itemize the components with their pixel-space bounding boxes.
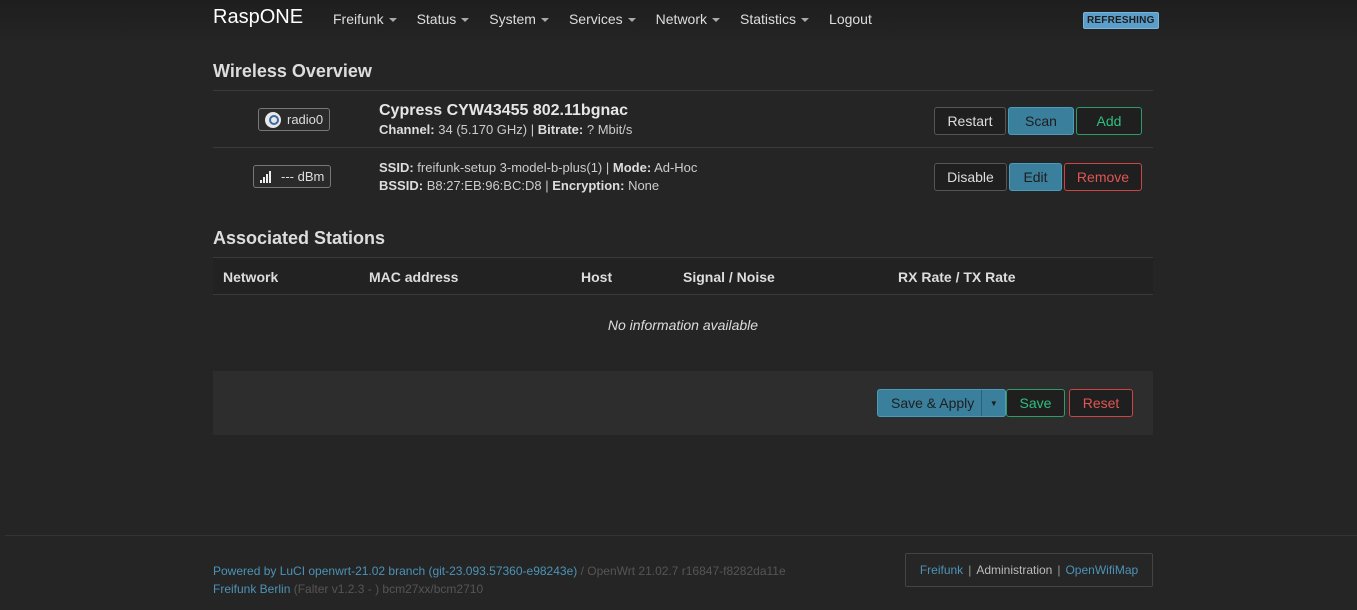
footer-links: Freifunk | Administration | OpenWifiMap	[905, 553, 1153, 587]
menu-label: Statistics	[740, 11, 797, 27]
caret-down-icon	[627, 17, 636, 22]
bitrate-label: Bitrate:	[537, 122, 584, 137]
encryption-value: None	[628, 178, 660, 193]
network-row: --- dBm SSID: freifunk-setup 3-model-b-p…	[213, 147, 1153, 204]
caret-down-icon	[712, 17, 721, 22]
radio-details: Channel: 34 (5.170 GHz) | Bitrate: ? Mbi…	[379, 122, 633, 137]
caret-down-icon	[388, 17, 397, 22]
network-info: SSID: freifunk-setup 3-model-b-plus(1) |…	[379, 159, 697, 195]
separator: |	[1057, 563, 1061, 577]
col-mac-address: MAC address	[369, 269, 459, 285]
no-stations-message: No information available	[607, 317, 759, 333]
restart-button[interactable]: Restart	[934, 107, 1006, 135]
menu-label: Network	[655, 11, 708, 27]
col-signal-noise: Signal / Noise	[683, 269, 775, 285]
menu-label: Status	[416, 11, 457, 27]
footer-divider	[5, 535, 1357, 536]
stations-table-header: Network MAC address Host Signal / Noise …	[213, 257, 1153, 295]
mode-label: Mode:	[612, 160, 652, 175]
bssid-line: BSSID: B8:27:EB:96:BC:D8 | Encryption: N…	[379, 178, 660, 193]
associated-stations-title: Associated Stations	[213, 228, 386, 248]
luci-powered-link[interactable]: Powered by LuCI openwrt-21.02 branch (gi…	[213, 564, 577, 578]
radio-badge: radio0	[258, 108, 331, 131]
menu-services[interactable]: Services	[569, 11, 636, 27]
main-menu: Freifunk Status System Services Network …	[333, 11, 892, 27]
menu-label: System	[489, 11, 536, 27]
signal-badge: --- dBm	[253, 165, 332, 188]
remove-button[interactable]: Remove	[1064, 163, 1142, 191]
footer-link-administration[interactable]: Administration	[976, 563, 1052, 577]
col-host: Host	[581, 269, 613, 285]
separator: |	[968, 563, 972, 577]
bitrate-value: ? Mbit/s	[586, 122, 633, 137]
signal-strength-icon	[260, 170, 274, 183]
add-button[interactable]: Add	[1076, 107, 1142, 135]
bssid-value: B8:27:EB:96:BC:D8	[426, 178, 542, 193]
mode-value: Ad-Hoc	[654, 160, 698, 175]
channel-label: Channel:	[379, 122, 435, 137]
ssid-line: SSID: freifunk-setup 3-model-b-plus(1) |…	[379, 160, 698, 175]
top-navbar: RaspONE Freifunk Status System Services …	[0, 0, 1357, 40]
radio-row: radio0 Cypress CYW43455 802.11bgnac Chan…	[213, 90, 1153, 147]
caret-down-icon	[461, 17, 470, 22]
radio-device-name: Cypress CYW43455 802.11bgnac	[379, 102, 629, 119]
menu-statistics[interactable]: Statistics	[740, 11, 810, 27]
signal-value: --- dBm	[281, 169, 325, 184]
menu-label: Services	[568, 11, 623, 27]
channel-value: 34 (5.170 GHz)	[438, 122, 528, 137]
disable-button[interactable]: Disable	[934, 163, 1007, 191]
openwrt-version: / OpenWrt 21.02.7 r16847-f8282da11e	[580, 564, 786, 578]
reset-button[interactable]: Reset	[1069, 389, 1133, 417]
wifi-radio-icon	[265, 111, 281, 128]
caret-down-icon	[801, 17, 810, 22]
col-rx-tx-rate: RX Rate / TX Rate	[898, 269, 1016, 285]
bssid-label: BSSID:	[379, 178, 424, 193]
wireless-overview-title: Wireless Overview	[213, 61, 372, 81]
encryption-label: Encryption:	[552, 178, 625, 193]
brand-title[interactable]: RaspONE	[213, 6, 303, 29]
col-network: Network	[223, 269, 279, 285]
freifunk-berlin-link[interactable]: Freifunk Berlin	[213, 582, 290, 596]
menu-system[interactable]: System	[489, 11, 549, 27]
save-apply-dropdown-icon[interactable]: ▼	[981, 390, 1005, 416]
footer-link-freifunk[interactable]: Freifunk	[920, 563, 963, 577]
footer-info: Powered by LuCI openwrt-21.02 branch (gi…	[213, 562, 786, 598]
form-actions-bar: Save & Apply ▼ Save Reset	[213, 371, 1153, 435]
menu-label: Freifunk	[333, 11, 384, 27]
save-apply-split-button: Save & Apply ▼	[877, 389, 1007, 417]
ssid-value: freifunk-setup 3-model-b-plus(1)	[417, 160, 603, 175]
save-button[interactable]: Save	[1006, 389, 1065, 417]
falter-version: (Falter v1.2.3 - ) bcm27xx/bcm2710	[293, 582, 484, 596]
save-apply-button[interactable]: Save & Apply	[878, 390, 981, 416]
caret-down-icon	[540, 17, 549, 22]
menu-status[interactable]: Status	[417, 11, 470, 27]
ssid-label: SSID:	[379, 160, 414, 175]
radio-badge-label: radio0	[287, 112, 324, 127]
scan-button[interactable]: Scan	[1008, 107, 1074, 135]
edit-button[interactable]: Edit	[1009, 163, 1062, 191]
refreshing-badge[interactable]: REFRESHING	[1083, 12, 1159, 29]
footer-link-openwifimap[interactable]: OpenWifiMap	[1065, 563, 1138, 577]
menu-freifunk[interactable]: Freifunk	[333, 11, 397, 27]
menu-network[interactable]: Network	[655, 11, 721, 27]
menu-logout[interactable]: Logout	[829, 11, 872, 27]
radio-info: Cypress CYW43455 802.11bgnac Channel: 34…	[379, 101, 632, 139]
